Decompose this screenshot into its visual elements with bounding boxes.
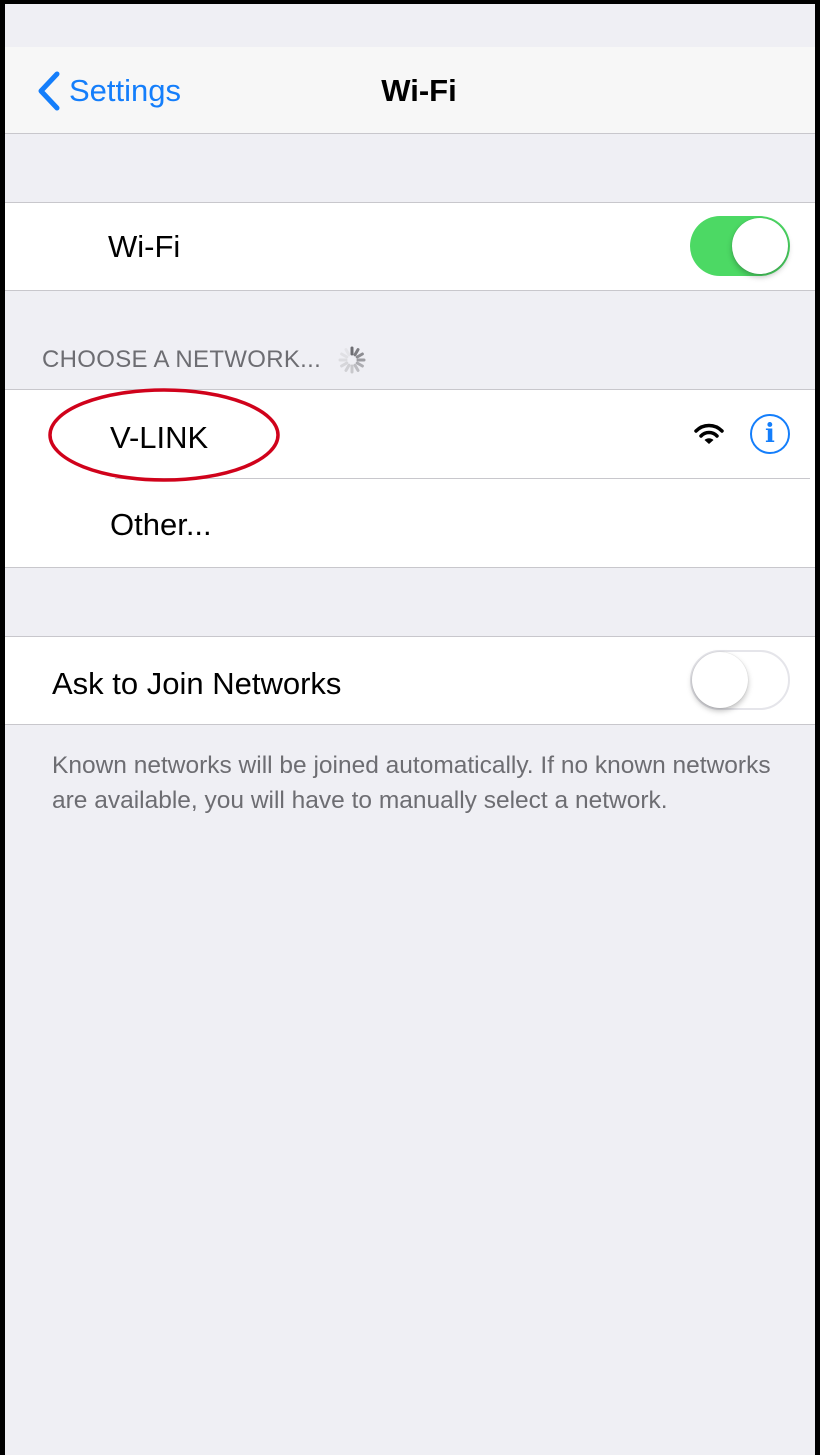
network-row-other[interactable]: Other... xyxy=(5,479,815,567)
navigation-bar: Settings Wi-Fi xyxy=(5,47,815,134)
wifi-toggle-cell: Wi-Fi xyxy=(5,202,815,291)
wifi-switch[interactable] xyxy=(690,216,790,276)
page-title: Wi-Fi xyxy=(381,73,457,108)
ask-to-join-switch[interactable] xyxy=(690,650,790,710)
wifi-full-icon xyxy=(694,423,724,444)
network-list: V-LINK i Other... xyxy=(5,389,815,568)
network-name: Other... xyxy=(110,507,212,542)
wifi-toggle-label: Wi-Fi xyxy=(108,229,181,264)
network-name: V-LINK xyxy=(110,420,209,455)
loading-spinner-icon xyxy=(338,346,366,374)
wifi-switch-knob xyxy=(732,218,788,274)
ask-to-join-footnote: Known networks will be joined automatica… xyxy=(52,752,771,814)
section-header-choose-network: CHOOSE A NETWORK... xyxy=(42,345,367,375)
ask-to-join-switch-knob xyxy=(692,652,748,708)
network-row-v-link[interactable]: V-LINK i xyxy=(5,390,815,478)
ask-to-join-cell: Ask to Join Networks xyxy=(5,636,815,725)
section-header-label: CHOOSE A NETWORK... xyxy=(42,346,322,373)
info-icon[interactable]: i xyxy=(750,414,790,454)
ask-to-join-label: Ask to Join Networks xyxy=(52,666,342,701)
